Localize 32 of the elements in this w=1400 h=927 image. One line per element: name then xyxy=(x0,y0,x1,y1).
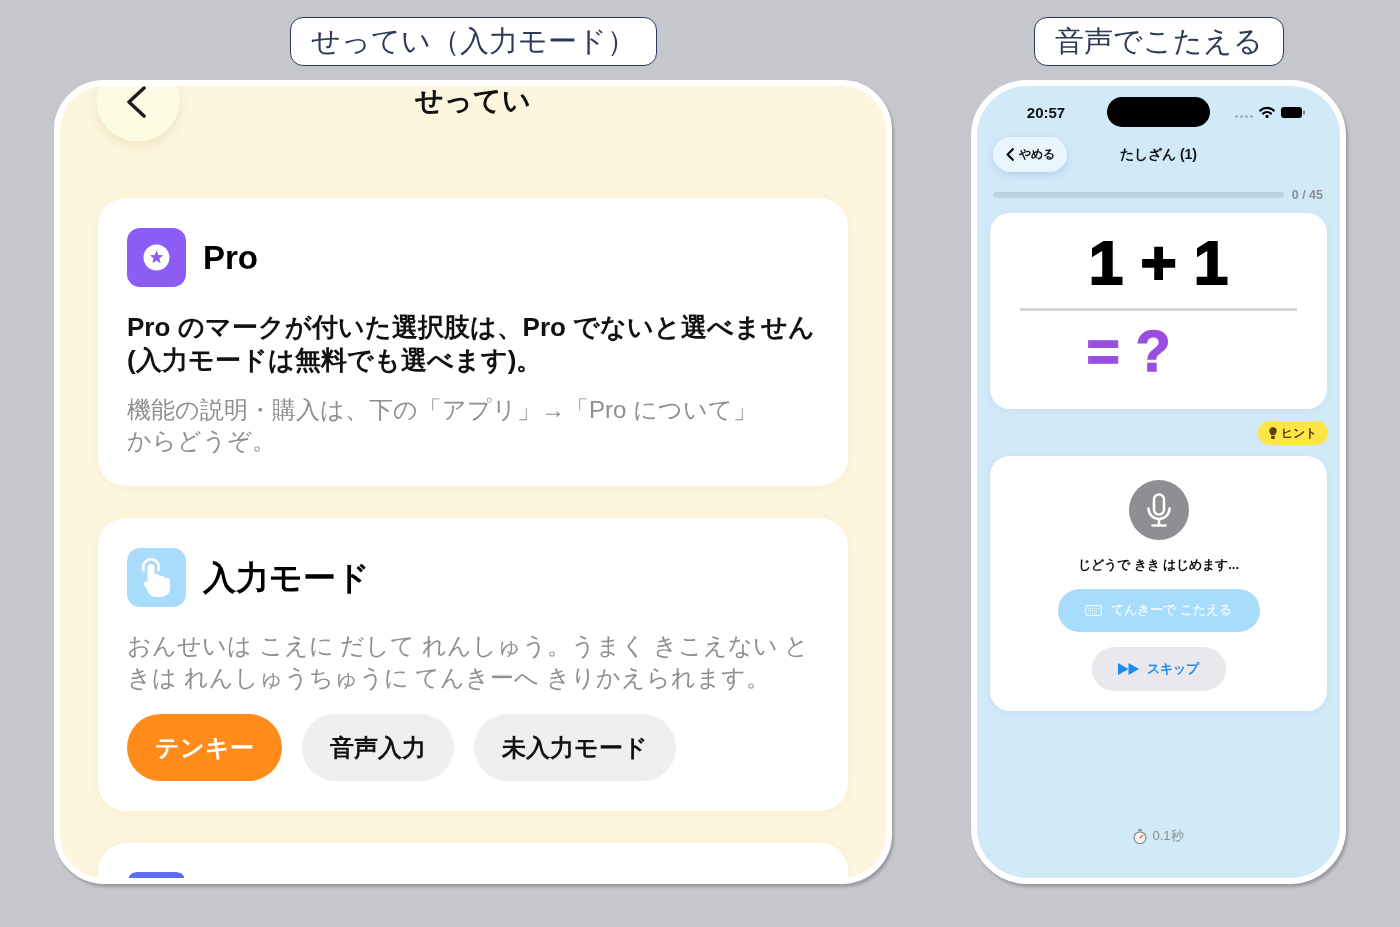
math-expression: 1 + 1 xyxy=(1088,230,1229,296)
card-note: おんせいは こえに だして れんしゅう。うまく きこえない ときは れんしゅうちゅうに てんきーへ きりかえられます。 xyxy=(127,631,811,693)
keyboard-icon xyxy=(1085,605,1103,616)
card-title: 入力モード xyxy=(203,557,370,598)
card-title: Pro xyxy=(203,237,258,278)
status-time: 20:57 xyxy=(1026,103,1066,121)
battery-icon xyxy=(1281,106,1305,118)
mode-option-button[interactable]: 音声入力 xyxy=(302,714,454,781)
chevron-left-icon xyxy=(125,86,147,118)
progress-count: 0 / 45 xyxy=(1291,188,1323,202)
tile-icon xyxy=(127,872,186,878)
mode-option-button[interactable]: 未入力モード xyxy=(474,714,676,781)
fast-forward-icon xyxy=(1118,663,1139,675)
screen-caption: 音声でこたえる xyxy=(1033,17,1284,66)
microphone-icon xyxy=(1128,480,1189,540)
screen-title: たしざん (1) xyxy=(1120,145,1197,164)
wifi-icon xyxy=(1259,106,1275,118)
stopwatch-icon xyxy=(1133,828,1148,844)
screen-title: せってい xyxy=(415,86,531,116)
listening-status: じどうで きき はじめます... xyxy=(1077,556,1240,574)
card-description: Pro のマークが付いた選択肢は、Pro でないと選べません(入力モードは無料でも選べます)。 xyxy=(127,311,817,377)
lightbulb-icon xyxy=(1269,427,1277,439)
chevron-left-icon xyxy=(1005,148,1014,161)
card-note: 機能の説明・購入は、下の「アプリ」→「Pro について」からどうぞ。 xyxy=(127,395,758,456)
screen-caption: せってい（入力モード） xyxy=(289,17,657,66)
signal-dots-icon xyxy=(1235,114,1253,118)
tap-hand-icon xyxy=(127,548,186,607)
answer-prompt: = ? xyxy=(1086,321,1172,381)
back-button[interactable] xyxy=(96,86,180,142)
hint-button[interactable]: ヒント xyxy=(1258,421,1328,445)
elapsed-time: 0.1秒 xyxy=(1152,827,1184,845)
quit-button[interactable]: やめる xyxy=(993,137,1067,172)
